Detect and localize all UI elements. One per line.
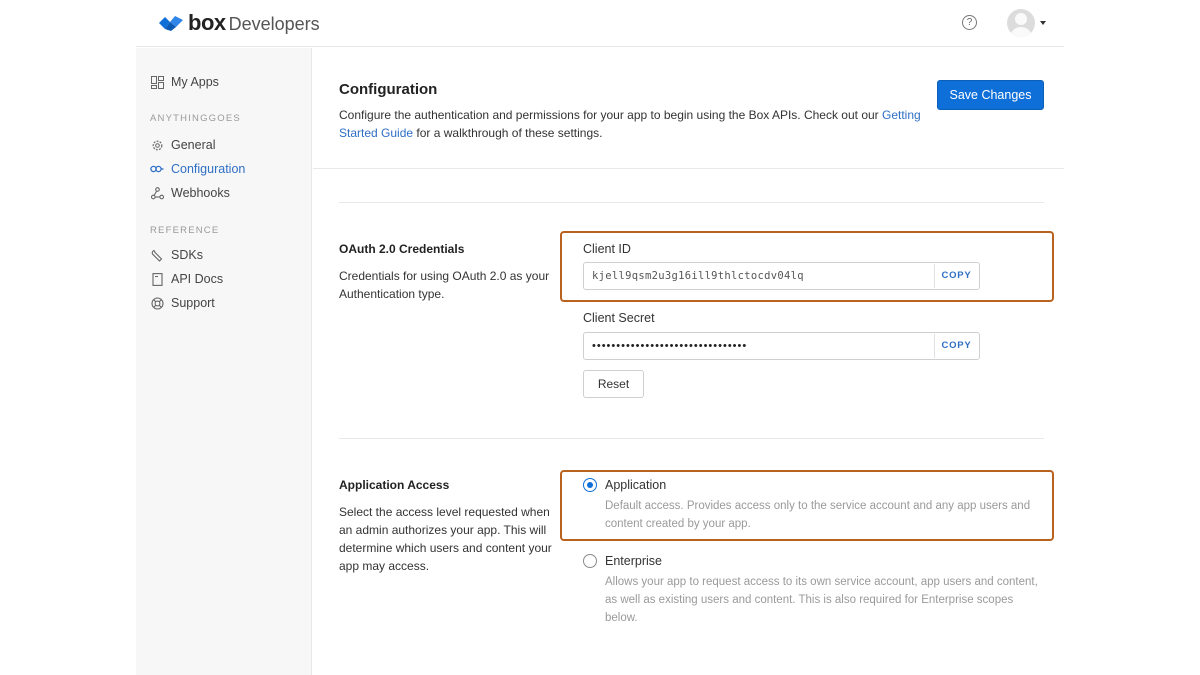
sidebar-item-label: My Apps bbox=[171, 75, 219, 89]
description-text: Configure the authentication and permiss… bbox=[339, 108, 882, 122]
enterprise-radio[interactable] bbox=[583, 554, 597, 568]
sidebar-item-label: General bbox=[171, 138, 216, 152]
client-id-value[interactable]: kjell9qsm2u3g16ill9thlctocdv04lq bbox=[592, 263, 804, 289]
user-avatar-icon[interactable] bbox=[1007, 9, 1035, 37]
sidebar-item-label: Configuration bbox=[171, 162, 246, 176]
wrench-icon bbox=[150, 248, 164, 262]
avatar-head bbox=[1015, 13, 1027, 25]
sidebar: My Apps ANYTHINGGOES General Configurati… bbox=[136, 48, 312, 675]
sidebar-item-label: Support bbox=[171, 296, 215, 310]
page-description: Configure the authentication and permiss… bbox=[339, 106, 939, 142]
enterprise-option-description: Allows your app to request access to its… bbox=[605, 576, 1038, 624]
sidebar-section-app: ANYTHINGGOES bbox=[150, 113, 241, 124]
avatar-body bbox=[1011, 27, 1031, 37]
account-menu[interactable] bbox=[1007, 9, 1046, 37]
client-secret-label: Client Secret bbox=[583, 311, 655, 325]
sidebar-item-my-apps[interactable]: My Apps bbox=[150, 73, 219, 91]
enterprise-option-label[interactable]: Enterprise bbox=[605, 554, 662, 568]
copy-client-id-button[interactable]: COPY bbox=[934, 264, 978, 288]
sidebar-item-general[interactable]: General bbox=[150, 136, 215, 154]
access-section-description: Select the access level requested when a… bbox=[339, 505, 552, 573]
oauth-section-description: Credentials for using OAuth 2.0 as your … bbox=[339, 269, 550, 301]
reset-secret-button[interactable]: Reset bbox=[583, 370, 644, 398]
copy-client-secret-button[interactable]: COPY bbox=[934, 334, 978, 358]
sidebar-item-label: SDKs bbox=[171, 248, 203, 262]
divider bbox=[339, 438, 1044, 439]
sidebar-item-api-docs[interactable]: API Docs bbox=[150, 270, 223, 288]
sidebar-item-label: Webhooks bbox=[171, 186, 230, 200]
main-content: Configuration Configure the authenticati… bbox=[313, 48, 1064, 675]
gear-icon bbox=[150, 138, 164, 152]
box-logo-icon bbox=[159, 16, 183, 31]
client-id-field[interactable]: kjell9qsm2u3g16ill9thlctocdv04lq COPY bbox=[583, 262, 980, 290]
access-section-title: Application Access bbox=[339, 478, 450, 492]
application-option-label[interactable]: Application bbox=[605, 478, 666, 492]
sidebar-section-reference: REFERENCE bbox=[150, 225, 220, 236]
logo-suffix: Developers bbox=[228, 13, 320, 34]
sidebar-item-support[interactable]: Support bbox=[150, 294, 215, 312]
sidebar-item-label: API Docs bbox=[171, 272, 224, 286]
application-option-description: Default access. Provides access only to … bbox=[605, 500, 1031, 530]
description-text-end: for a walkthrough of these settings. bbox=[413, 126, 603, 140]
sidebar-item-configuration[interactable]: Configuration bbox=[150, 160, 245, 178]
key-icon bbox=[150, 162, 164, 176]
page-title: Configuration bbox=[339, 81, 438, 98]
webhook-icon bbox=[150, 186, 164, 200]
grid-icon bbox=[150, 75, 164, 89]
oauth-section-title: OAuth 2.0 Credentials bbox=[339, 242, 465, 256]
top-header: box Developers ? bbox=[136, 0, 1064, 47]
client-secret-field[interactable]: •••••••••••••••••••••••••••••••• COPY bbox=[583, 332, 980, 360]
box-developers-logo[interactable]: box Developers bbox=[158, 10, 320, 36]
help-circle-icon[interactable]: ? bbox=[962, 15, 977, 30]
logo-word: box bbox=[188, 10, 226, 35]
lifebuoy-icon bbox=[150, 296, 164, 310]
application-radio[interactable] bbox=[583, 478, 597, 492]
client-secret-value[interactable]: •••••••••••••••••••••••••••••••• bbox=[592, 333, 747, 359]
client-id-label: Client ID bbox=[583, 242, 631, 256]
sidebar-item-sdks[interactable]: SDKs bbox=[150, 246, 203, 264]
save-changes-button[interactable]: Save Changes bbox=[937, 80, 1044, 110]
divider bbox=[313, 168, 1064, 169]
app-window: box Developers ? My Apps ANYTHINGGOES Ge… bbox=[136, 0, 1064, 675]
document-icon bbox=[150, 272, 164, 286]
caret-down-icon[interactable] bbox=[1040, 21, 1046, 25]
sidebar-item-webhooks[interactable]: Webhooks bbox=[150, 184, 230, 202]
divider bbox=[339, 202, 1044, 203]
